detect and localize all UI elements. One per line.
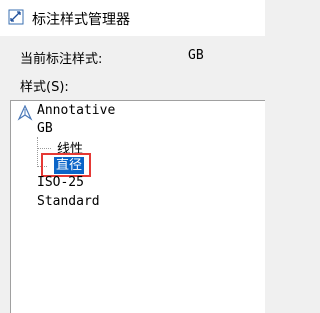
dimension-style-icon bbox=[8, 9, 24, 25]
styles-label: 样式(S): bbox=[20, 80, 69, 95]
tree-connector bbox=[37, 137, 38, 167]
current-style-label: 当前标注样式: bbox=[20, 52, 103, 67]
window-title: 标注样式管理器 bbox=[32, 12, 130, 28]
highlight-box bbox=[41, 153, 91, 177]
styles-tree[interactable]: Annotative GB 线性 直径 ISO-25 Standard bbox=[10, 100, 265, 313]
tree-connector bbox=[37, 148, 51, 149]
current-style-value: GB bbox=[188, 48, 204, 63]
title-bar: 标注样式管理器 bbox=[0, 0, 265, 36]
annotative-icon bbox=[17, 104, 33, 121]
tree-item-iso-25[interactable]: ISO-25 bbox=[37, 175, 84, 190]
tree-item-standard[interactable]: Standard bbox=[37, 194, 100, 209]
tree-item-gb[interactable]: GB bbox=[37, 121, 53, 136]
current-style-row: 当前标注样式: GB bbox=[20, 48, 265, 67]
tree-item-annotative[interactable]: Annotative bbox=[37, 103, 115, 118]
